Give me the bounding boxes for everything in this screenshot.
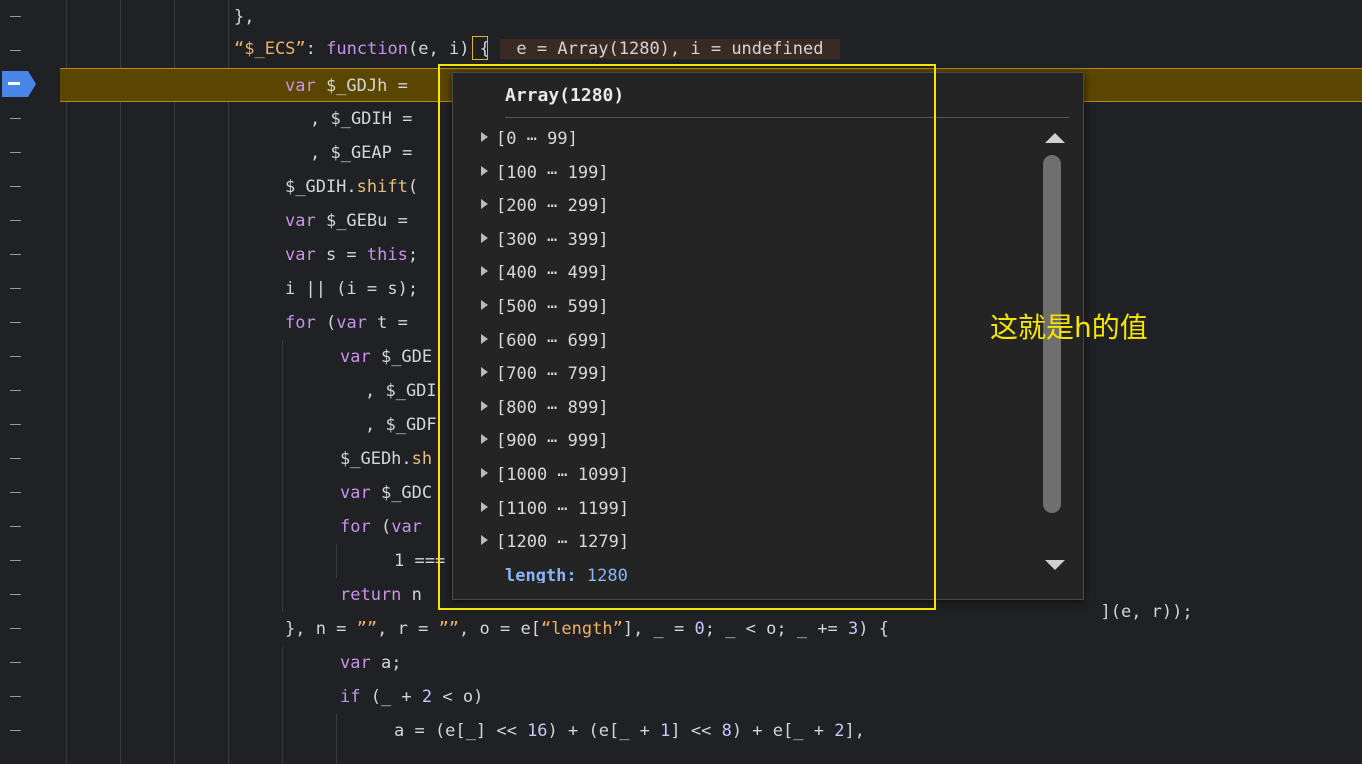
code-token: if [340, 687, 361, 707]
code-token: var [336, 313, 367, 333]
code-token: }, n = [285, 619, 357, 639]
code-token: “$_ECS” [234, 39, 306, 59]
code-token: , r = [377, 619, 439, 639]
code-token: ; [407, 245, 419, 265]
code-token: ) + (e[_ + [547, 721, 661, 741]
code-token: s = [315, 245, 367, 265]
code-token: ) { [858, 619, 889, 639]
annotation-highlight-box [438, 64, 936, 610]
code-token: ; _ < o; _ += [704, 619, 849, 639]
code-fragment-right: ](e, r)); [1080, 561, 1192, 622]
scroll-down-arrow-icon[interactable] [1045, 560, 1065, 570]
code-token: a = (e[_] << [394, 721, 528, 741]
code-token: $_GEBu = [315, 211, 419, 231]
code-token: , $_GEAP = [310, 143, 423, 163]
code-token: var [391, 517, 422, 537]
code-token: ( [315, 313, 337, 333]
code-token: $_GDIH. [285, 177, 357, 197]
code-line[interactable]: }, [60, 0, 1362, 34]
code-token: , o = e[ [459, 619, 541, 639]
code-token: $_GDJh = [315, 76, 419, 96]
code-token: $_GDC [370, 483, 433, 503]
code-token: 8 [721, 721, 732, 741]
code-token: “length” [540, 619, 623, 639]
code-token: ”” [356, 619, 378, 639]
code-token: n [401, 585, 422, 605]
code-token: 3 [848, 619, 859, 639]
code-token: ( [407, 177, 419, 197]
code-token: 2 [834, 721, 845, 741]
code-token: var [285, 245, 316, 265]
scroll-up-arrow-icon[interactable] [1045, 133, 1065, 143]
code-token: : [305, 39, 327, 59]
code-token: a; [370, 653, 402, 673]
code-token: ], _ = [622, 619, 695, 639]
hover-token-highlight [472, 36, 488, 60]
code-token: 0 [694, 619, 705, 639]
code-token: , $_GDF [365, 415, 437, 435]
code-token: ] << [670, 721, 722, 741]
code-token: function [326, 39, 409, 59]
code-token: $_GEDh. [340, 449, 412, 469]
code-token: 2 [421, 687, 433, 707]
code-token: , $_GDI [365, 381, 437, 401]
inline-value-hint: e = Array(1280), i = undefined [500, 39, 840, 59]
code-token: < o) [432, 687, 484, 707]
code-token: ”” [438, 619, 460, 639]
code-token: t = [366, 313, 419, 333]
code-token: ) + e[_ + [731, 721, 835, 741]
code-token: var [285, 76, 316, 96]
code-token: i || (i = s); [285, 279, 419, 299]
code-token: shift [356, 177, 408, 197]
code-line[interactable]: “$_ECS”: function(e, i) { e = Array(1280… [60, 32, 1362, 66]
code-token: return [340, 585, 402, 605]
code-line[interactable]: a = (e[_] << 16) + (e[_ + 1] << 8) + e[_… [60, 714, 1362, 748]
code-token: var [340, 653, 371, 673]
code-token: for [340, 517, 371, 537]
annotation-text: 这就是h的值 [990, 311, 1148, 344]
code-token: this [366, 245, 408, 265]
code-token: , $_GDIH = [310, 109, 423, 129]
code-token: ( [370, 517, 392, 537]
code-token: var [340, 347, 371, 367]
code-line[interactable]: if (_ + 2 < o) [60, 680, 1362, 714]
code-token: for [285, 313, 316, 333]
code-token: ], [844, 721, 865, 741]
code-token: $_GDE [370, 347, 433, 367]
code-token: var [340, 483, 371, 503]
code-token: sh [411, 449, 433, 469]
code-token: 16 [527, 721, 548, 741]
code-line[interactable]: var a; [60, 646, 1362, 680]
code-token: 1 [660, 721, 671, 741]
code-token: }, [234, 7, 255, 27]
call-suffix-text: ](e, r)); [1100, 602, 1193, 622]
code-token: var [285, 211, 316, 231]
code-token: (_ + [360, 687, 422, 707]
